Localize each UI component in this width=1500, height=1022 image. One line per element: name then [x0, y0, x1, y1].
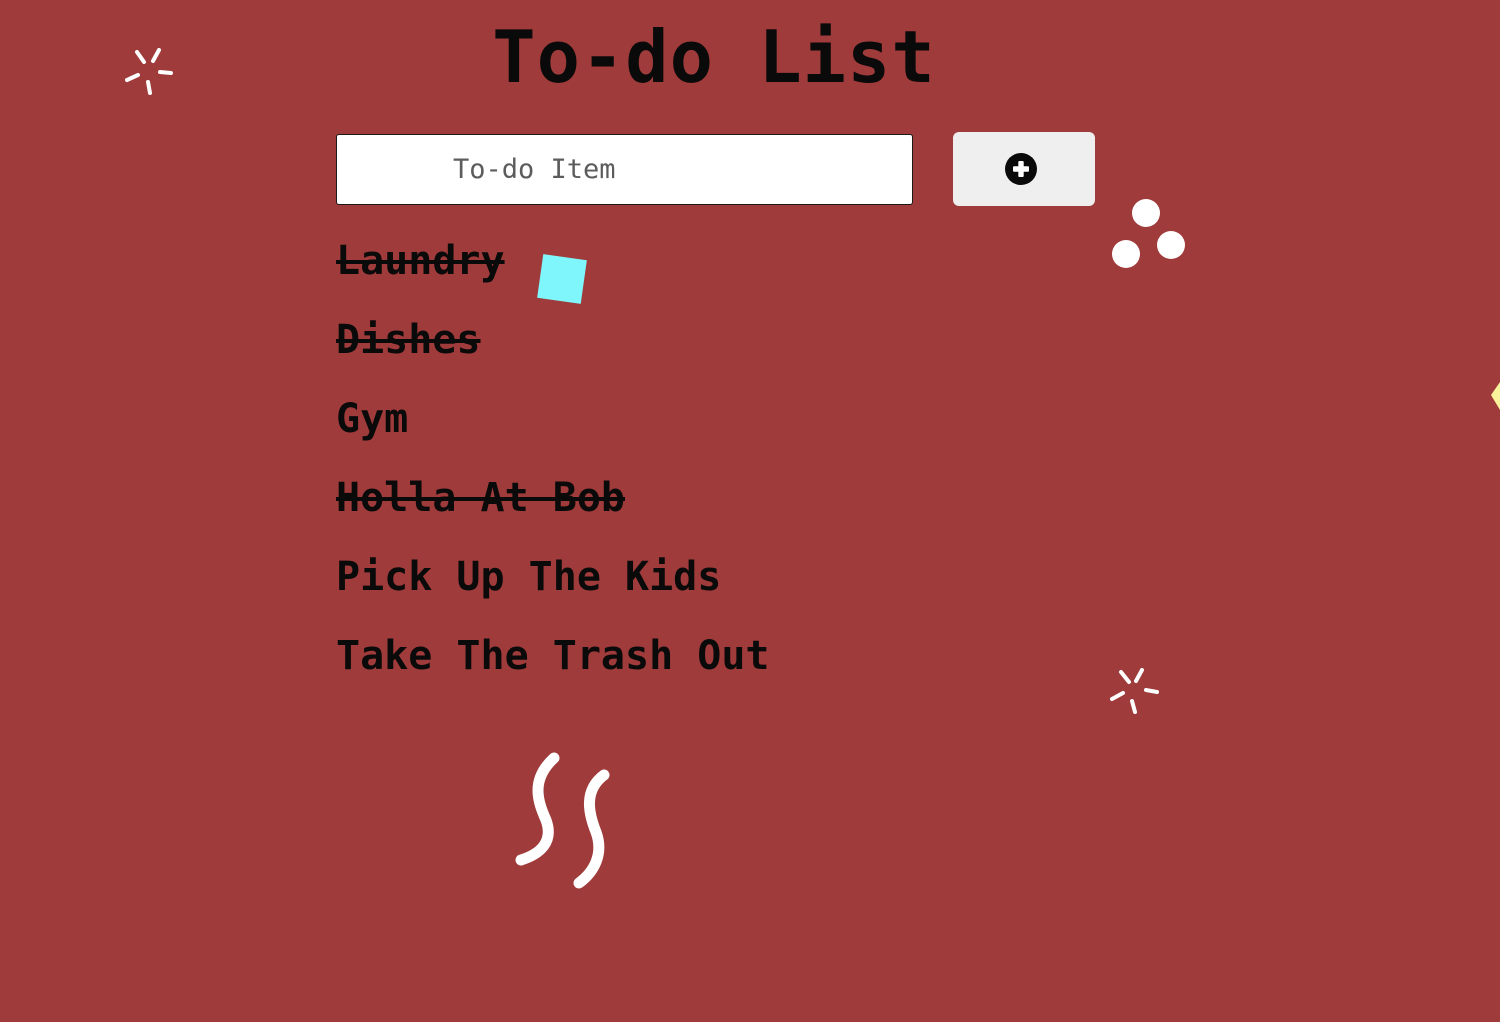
- sparkle-icon: [125, 48, 173, 95]
- todo-item[interactable]: Holla At Bob: [336, 459, 769, 538]
- cyan-square-shape: [537, 254, 587, 304]
- plus-circle-icon: [1005, 153, 1037, 185]
- todo-item[interactable]: Pick Up The Kids: [336, 538, 769, 617]
- todo-item-input[interactable]: [336, 134, 913, 205]
- todo-item[interactable]: Take The Trash Out: [336, 617, 769, 696]
- add-todo-button[interactable]: [953, 132, 1095, 206]
- todo-item[interactable]: Dishes: [336, 301, 769, 380]
- page-title: To-do List: [492, 15, 936, 99]
- sparkle-icon: [1110, 668, 1159, 714]
- dots-cluster-icon: [1112, 199, 1185, 268]
- squiggle-lines-shape: [515, 752, 610, 889]
- yellow-diamond-shape: [1491, 382, 1500, 410]
- todo-item[interactable]: Gym: [336, 380, 769, 459]
- add-todo-form: [336, 132, 1096, 206]
